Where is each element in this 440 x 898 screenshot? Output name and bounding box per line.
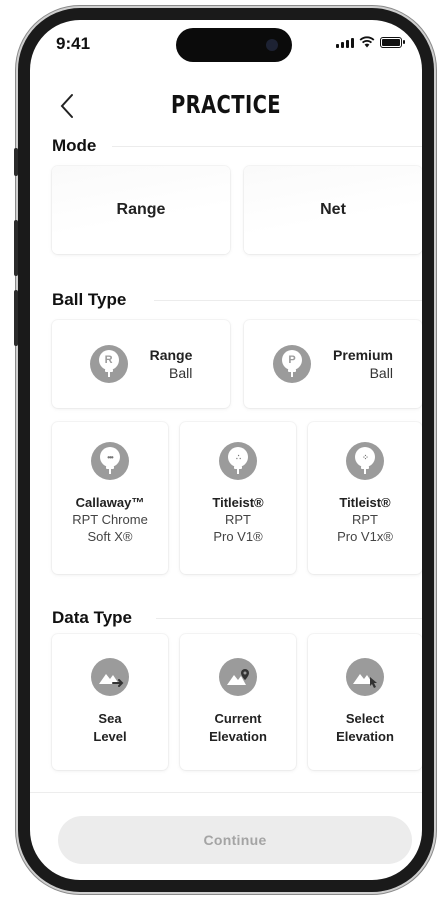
ball-type-text: Premium Ball [333, 346, 393, 382]
battery-icon [380, 37, 405, 48]
continue-button[interactable]: Continue [58, 816, 412, 864]
golf-ball-tee-icon: ∴ [219, 442, 257, 480]
data-type-line2: Elevation [209, 729, 267, 744]
ball-badge: P [282, 350, 303, 370]
ball-type-text: Range Ball [150, 346, 193, 382]
ball-type-title: Premium [333, 347, 393, 363]
data-type-text: Select Elevation [336, 710, 394, 746]
data-type-select-elevation-option[interactable]: Select Elevation [308, 634, 422, 770]
ball-type-subtitle: Ball [369, 365, 393, 381]
wifi-icon [359, 36, 375, 48]
golf-ball-tee-icon: ⁘ [346, 442, 384, 480]
data-type-section-label: Data Type [52, 608, 132, 627]
ball-type-range-option[interactable]: R Range Ball [52, 320, 230, 408]
mode-option-label: Range [116, 201, 166, 218]
data-type-line2: Level [93, 729, 127, 744]
golf-ball-tee-icon: ••• [91, 442, 129, 480]
mountain-cursor-icon [346, 658, 384, 696]
ball-brand: Titleist® [339, 495, 391, 510]
ball-type-premium-option[interactable]: P Premium Ball [244, 320, 422, 408]
ball-type-section-label: Ball Type [52, 290, 127, 309]
status-time: 9:41 [56, 34, 91, 53]
data-type-sea-level-option[interactable]: Sea Level [52, 634, 168, 770]
mountain-pin-icon [219, 658, 257, 696]
ball-variant: Pro V1x® [337, 529, 393, 544]
ball-type-text: Titleist® RPT Pro V1® [212, 494, 263, 545]
mode-range-option[interactable]: Range [52, 166, 230, 254]
dynamic-island [176, 28, 292, 62]
ball-type-callaway-option[interactable]: ••• Callaway™ RPT Chrome Soft X® [52, 422, 168, 574]
divider [154, 300, 422, 301]
page-title: PRACTICE [170, 90, 282, 119]
data-type-line1: Current [214, 711, 262, 726]
golf-ball-tee-icon: P [273, 345, 312, 383]
ball-brand: Callaway™ [75, 495, 145, 510]
golf-ball-tee-icon: R [89, 345, 128, 383]
ball-type-title: Range [149, 347, 193, 363]
ball-model: RPT Chrome [72, 512, 148, 527]
mode-option-label: Net [320, 201, 346, 218]
signal-icon [336, 38, 354, 48]
ball-type-prov1x-option[interactable]: ⁘ Titleist® RPT Pro V1x® [308, 422, 422, 574]
ball-variant: Pro V1® [213, 529, 263, 544]
data-type-text: Current Elevation [209, 710, 267, 746]
data-type-current-elevation-option[interactable]: Current Elevation [180, 634, 296, 770]
mode-net-option[interactable]: Net [244, 166, 422, 254]
status-icons [336, 36, 405, 48]
ball-model: RPT [351, 512, 378, 527]
mute-switch [14, 148, 18, 176]
data-type-line1: Sea [98, 711, 122, 726]
data-type-line1: Select [345, 711, 385, 726]
ball-brand: Titleist® [212, 495, 264, 510]
volume-up-button [14, 220, 18, 276]
data-type-line2: Elevation [336, 729, 394, 744]
ball-type-subtitle: Ball [169, 365, 193, 381]
ball-type-text: Callaway™ RPT Chrome Soft X® [72, 494, 148, 545]
data-type-text: Sea Level [93, 710, 126, 746]
ball-variant: Soft X® [87, 529, 133, 544]
app-screen: 9:41 PRACTICE Mode Range Net Ball Type R… [30, 20, 422, 880]
ball-type-prov1-option[interactable]: ∴ Titleist® RPT Pro V1® [180, 422, 296, 574]
divider [156, 618, 422, 619]
ball-type-text: Titleist® RPT Pro V1x® [337, 494, 393, 545]
camera-icon [266, 39, 278, 51]
mountain-arrow-icon [91, 658, 129, 696]
mode-section-label: Mode [52, 136, 97, 155]
divider [112, 146, 422, 147]
volume-down-button [14, 290, 18, 346]
ball-model: RPT [225, 512, 251, 527]
ball-badge: R [98, 350, 119, 370]
footer-divider [30, 792, 422, 793]
